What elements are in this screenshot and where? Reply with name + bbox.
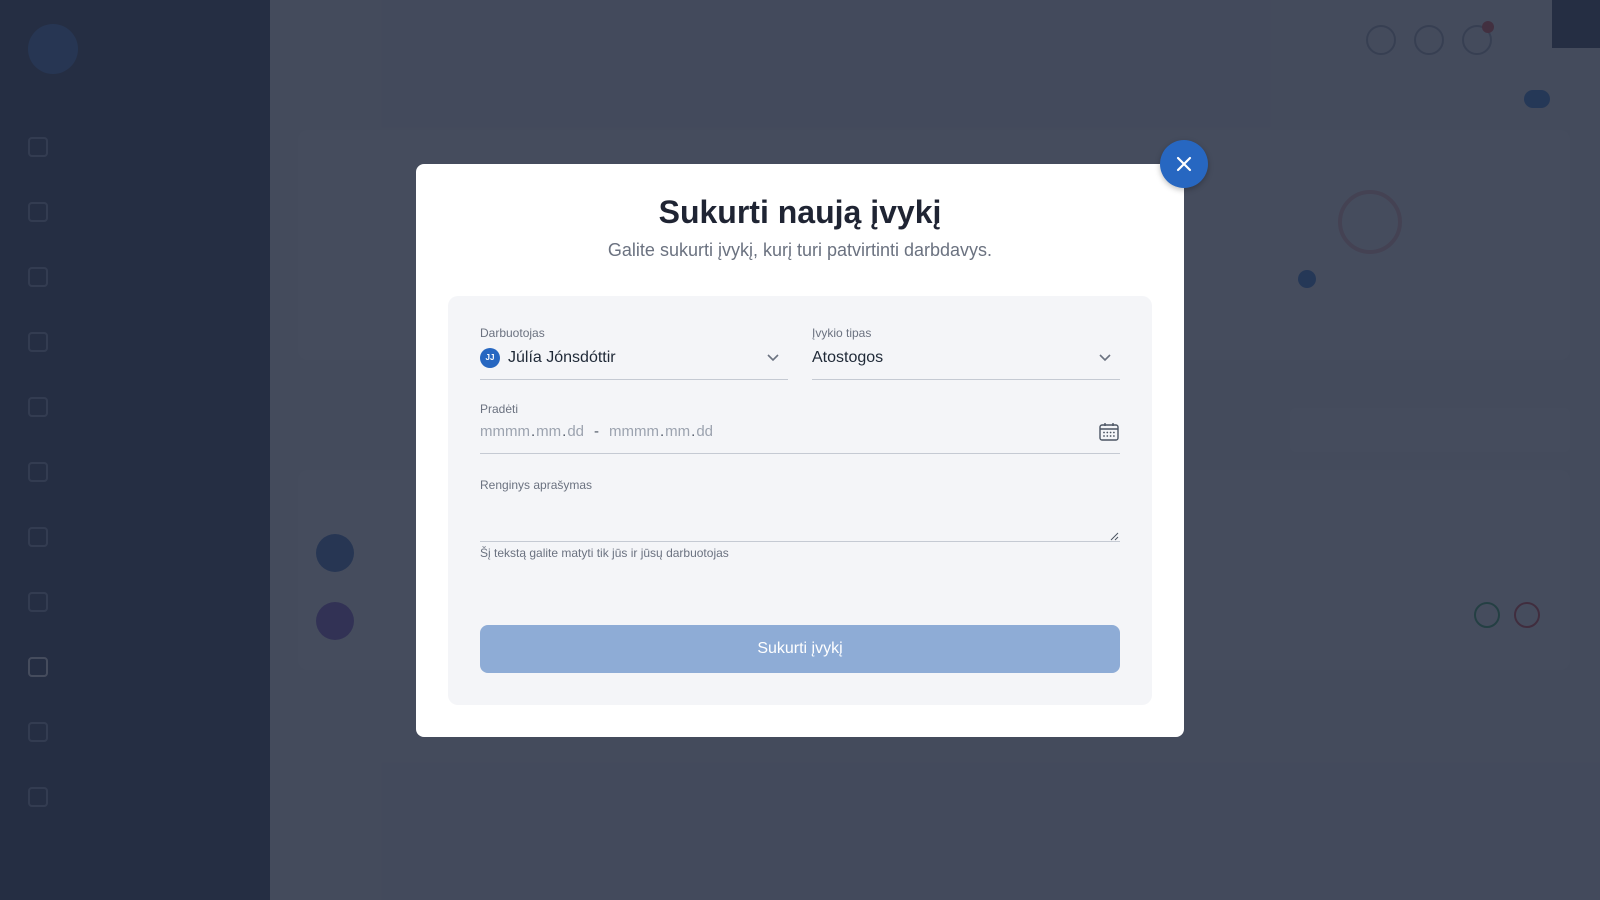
employee-select[interactable]: JJ Júlía Jónsdóttir — [480, 336, 788, 380]
description-textarea[interactable] — [480, 506, 1120, 542]
modal-subtitle: Galite sukurti įvykį, kurį turi patvirti… — [607, 240, 993, 260]
employee-avatar: JJ — [480, 347, 500, 368]
resize-handle-icon[interactable] — [1110, 532, 1119, 541]
month-placeholder: mmmm — [609, 423, 659, 440]
month-number-placeholder: mm — [536, 423, 562, 440]
end-date-input[interactable]: mmmm. mm. dd — [609, 423, 713, 440]
calendar-icon[interactable] — [1098, 421, 1120, 443]
chevron-down-icon — [767, 354, 779, 362]
event-type-value: Atostogos — [812, 348, 884, 366]
create-event-button[interactable]: Sukurti įvykį — [480, 625, 1120, 673]
date-range-separator: - — [594, 423, 600, 440]
close-button[interactable] — [1160, 140, 1208, 188]
month-number-placeholder: mm — [665, 423, 691, 440]
date-range-field: mmmm. mm. dd - mmmm. mm. dd — [480, 410, 1120, 454]
day-placeholder: dd — [567, 423, 585, 440]
event-form: Darbuotojas JJ Júlía Jónsdóttir Įvykio t… — [448, 296, 1152, 705]
event-type-select[interactable]: Atostogos — [812, 336, 1120, 380]
description-hint: Šį tekstą galite matyti tik jūs ir jūsų … — [480, 546, 729, 560]
chevron-down-icon — [1099, 354, 1111, 362]
day-placeholder: dd — [696, 423, 714, 440]
month-placeholder: mmmm — [480, 423, 530, 440]
employee-value: Júlía Jónsdóttir — [508, 348, 616, 366]
start-date-input[interactable]: mmmm. mm. dd — [480, 423, 584, 440]
description-label: Renginys aprašymas — [480, 478, 593, 492]
modal-title: Sukurti naują įvykį — [658, 194, 942, 230]
close-icon — [1176, 156, 1192, 172]
create-event-modal: Sukurti naują įvykį Galite sukurti įvykį… — [416, 164, 1184, 737]
